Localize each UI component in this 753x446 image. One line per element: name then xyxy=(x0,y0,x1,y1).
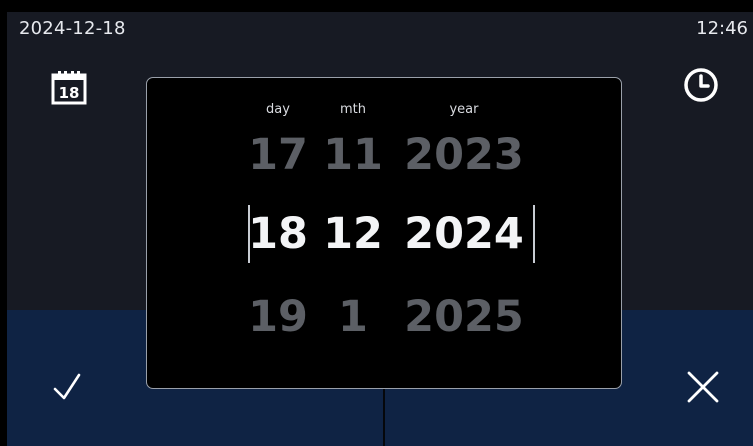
month-column-label: mth xyxy=(340,102,366,117)
status-time: 12:46 xyxy=(696,18,748,39)
confirm-button[interactable] xyxy=(47,367,87,407)
month-selected[interactable]: 12 xyxy=(323,209,383,259)
selection-right-marker xyxy=(533,205,535,263)
close-icon xyxy=(687,371,719,403)
year-previous[interactable]: 2023 xyxy=(404,130,524,180)
calendar-icon-day: 18 xyxy=(59,84,80,102)
month-previous[interactable]: 11 xyxy=(323,130,383,180)
date-settings-screen: 2024-12-18 12:46 18 day mth year 17 11 2… xyxy=(7,12,753,446)
calendar-icon: 18 xyxy=(51,71,87,105)
day-column-label: day xyxy=(266,102,290,117)
day-next[interactable]: 19 xyxy=(248,292,308,342)
cancel-button[interactable] xyxy=(684,367,722,407)
time-settings-button[interactable] xyxy=(682,66,720,104)
status-date: 2024-12-18 xyxy=(19,18,126,39)
checkmark-icon xyxy=(53,373,81,400)
month-next[interactable]: 1 xyxy=(338,292,368,342)
day-previous[interactable]: 17 xyxy=(248,130,308,180)
calendar-button[interactable]: 18 xyxy=(51,69,87,105)
year-next[interactable]: 2025 xyxy=(404,292,524,342)
clock-icon xyxy=(684,68,718,102)
day-selected[interactable]: 18 xyxy=(248,209,308,259)
year-column-label: year xyxy=(449,102,479,117)
year-selected[interactable]: 2024 xyxy=(404,209,524,259)
date-picker-dialog: day mth year 17 11 2023 18 12 2024 19 1 … xyxy=(146,77,622,389)
